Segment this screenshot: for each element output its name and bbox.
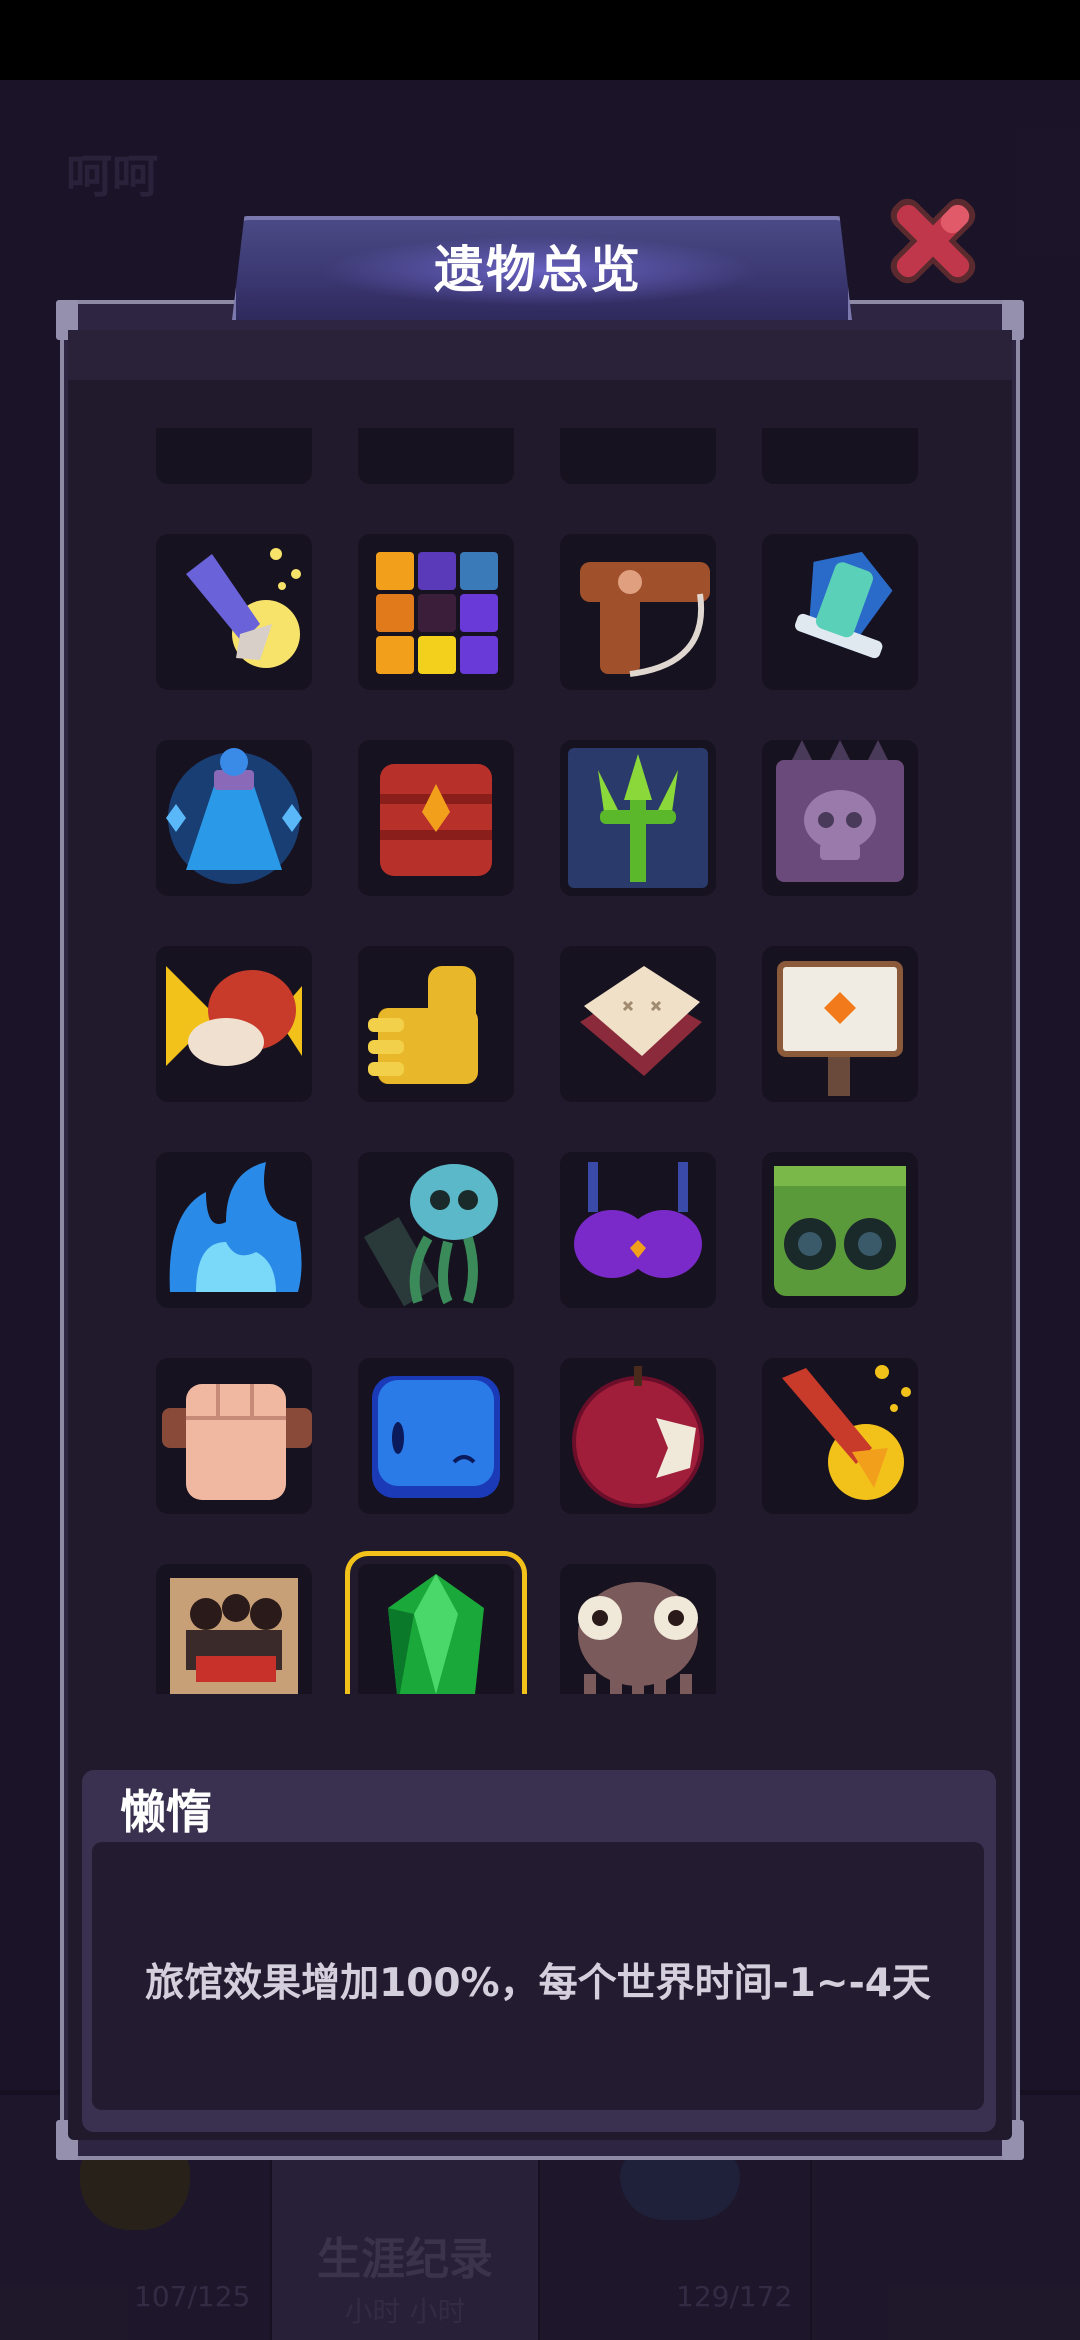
relic-grid[interactable] <box>68 428 1012 1694</box>
status-bar <box>0 0 1080 80</box>
relic-slot[interactable] <box>762 428 918 484</box>
close-icon <box>890 198 976 284</box>
signpost-icon <box>777 961 903 1096</box>
coin-plate-icon <box>358 428 514 484</box>
thumbs-up-icon <box>368 966 478 1084</box>
relic-slot[interactable] <box>762 1152 918 1308</box>
color-cube-icon <box>376 552 498 674</box>
relic-slot[interactable] <box>358 428 514 484</box>
relic-slot[interactable] <box>762 740 918 896</box>
relic-slot[interactable] <box>156 946 312 1102</box>
green-creature-icon <box>560 428 716 484</box>
fist-icon <box>162 1384 312 1500</box>
bitten-apple-icon <box>572 1366 704 1508</box>
relic-name: 懒惰 <box>120 1785 212 1839</box>
panel-title: 遗物总览 <box>434 241 642 299</box>
relic-slot[interactable] <box>560 428 716 484</box>
relic-slot[interactable] <box>358 740 514 896</box>
relic-slot[interactable] <box>762 946 918 1102</box>
relic-slot[interactable] <box>560 740 716 896</box>
relic-slot[interactable] <box>762 534 918 690</box>
meat-steak-icon <box>166 966 302 1066</box>
green-speaker-icon <box>774 1166 906 1296</box>
wooden-gear-icon <box>762 428 918 484</box>
relic-slot[interactable] <box>762 1358 918 1514</box>
relic-slot[interactable] <box>156 1564 312 1694</box>
flame-arrow-icon <box>782 1365 911 1500</box>
relic-slot[interactable] <box>345 1551 527 1694</box>
blue-sword-icon <box>795 551 893 659</box>
relic-slot[interactable] <box>156 534 312 690</box>
relic-slot[interactable] <box>560 1152 716 1308</box>
relic-slot[interactable] <box>156 740 312 896</box>
relic-slot[interactable] <box>358 534 514 690</box>
potion-flask-icon <box>166 748 302 884</box>
relic-slot[interactable] <box>560 946 716 1102</box>
magic-arrow-icon <box>186 548 301 668</box>
blue-slime-icon <box>372 1376 500 1498</box>
relic-slot[interactable] <box>156 428 312 484</box>
relic-slot[interactable] <box>358 1152 514 1308</box>
relic-slot[interactable] <box>358 946 514 1102</box>
skull-block-icon <box>776 740 904 882</box>
green-crystal-icon <box>388 1574 484 1694</box>
pillow-icon <box>580 966 702 1076</box>
green-trident-icon <box>568 748 708 888</box>
purple-bra-icon <box>574 1162 702 1278</box>
tentacle-skull-icon <box>363 1164 498 1307</box>
octopus-icon <box>578 1582 698 1694</box>
panel-top-bar <box>68 330 1012 380</box>
blue-flame-icon <box>169 1162 302 1292</box>
relic-slot[interactable] <box>156 1358 312 1514</box>
red-armor-icon <box>380 764 492 876</box>
relic-slot[interactable] <box>358 1358 514 1514</box>
claw-weapon-icon <box>156 428 312 484</box>
close-button[interactable] <box>878 186 988 296</box>
hair-dryer-icon <box>580 562 710 677</box>
relic-slot[interactable] <box>560 534 716 690</box>
relic-slot[interactable] <box>156 1152 312 1308</box>
relic-slot[interactable] <box>560 1358 716 1514</box>
relic-description-text: 旅馆效果增加100%，每个世界时间-1~-4天 <box>145 1961 931 2006</box>
poster-icon <box>170 1578 298 1694</box>
relic-slot[interactable] <box>560 1564 716 1694</box>
